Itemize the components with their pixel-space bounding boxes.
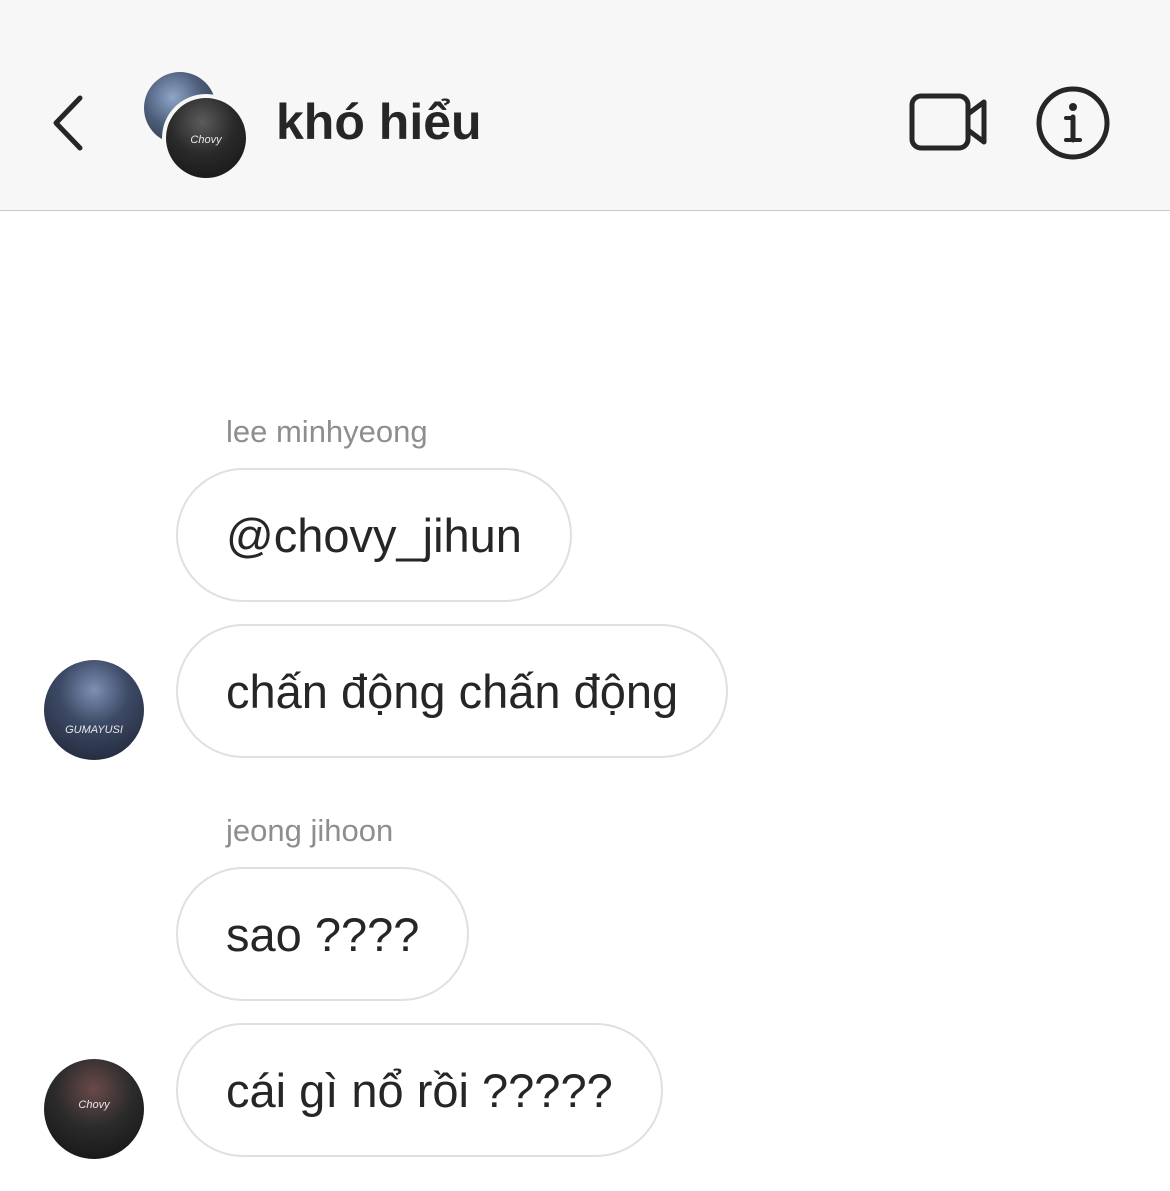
chat-title[interactable]: khó hiểu (276, 92, 482, 152)
message-bubble[interactable]: chấn động chấn động (176, 624, 729, 758)
chat-header: Chovy khó hiểu (0, 0, 1170, 211)
sender-name: jeong jihoon (226, 813, 394, 848)
user-avatar[interactable]: GUMAYUSI (44, 660, 144, 760)
info-icon (1036, 86, 1110, 160)
chevron-left-icon (53, 95, 83, 151)
group-avatar-front: Chovy (162, 94, 250, 182)
user-avatar[interactable]: Chovy (44, 1059, 144, 1159)
group-avatar[interactable]: Chovy (142, 72, 250, 182)
avatar-label: Chovy (78, 1099, 110, 1111)
avatar-label: GUMAYUSI (65, 724, 123, 736)
back-button[interactable] (44, 88, 100, 158)
info-button[interactable] (1034, 84, 1112, 162)
group-avatar-label: Chovy (190, 134, 222, 146)
message-bubble[interactable]: cái gì nổ rồi ????? (176, 1023, 663, 1157)
sender-name: lee minhyeong (226, 414, 428, 449)
video-camera-icon (909, 93, 987, 151)
message-bubble[interactable]: @chovy_jihun (176, 468, 572, 602)
message-bubble[interactable]: sao ???? (176, 867, 470, 1001)
video-call-button[interactable] (906, 90, 990, 156)
